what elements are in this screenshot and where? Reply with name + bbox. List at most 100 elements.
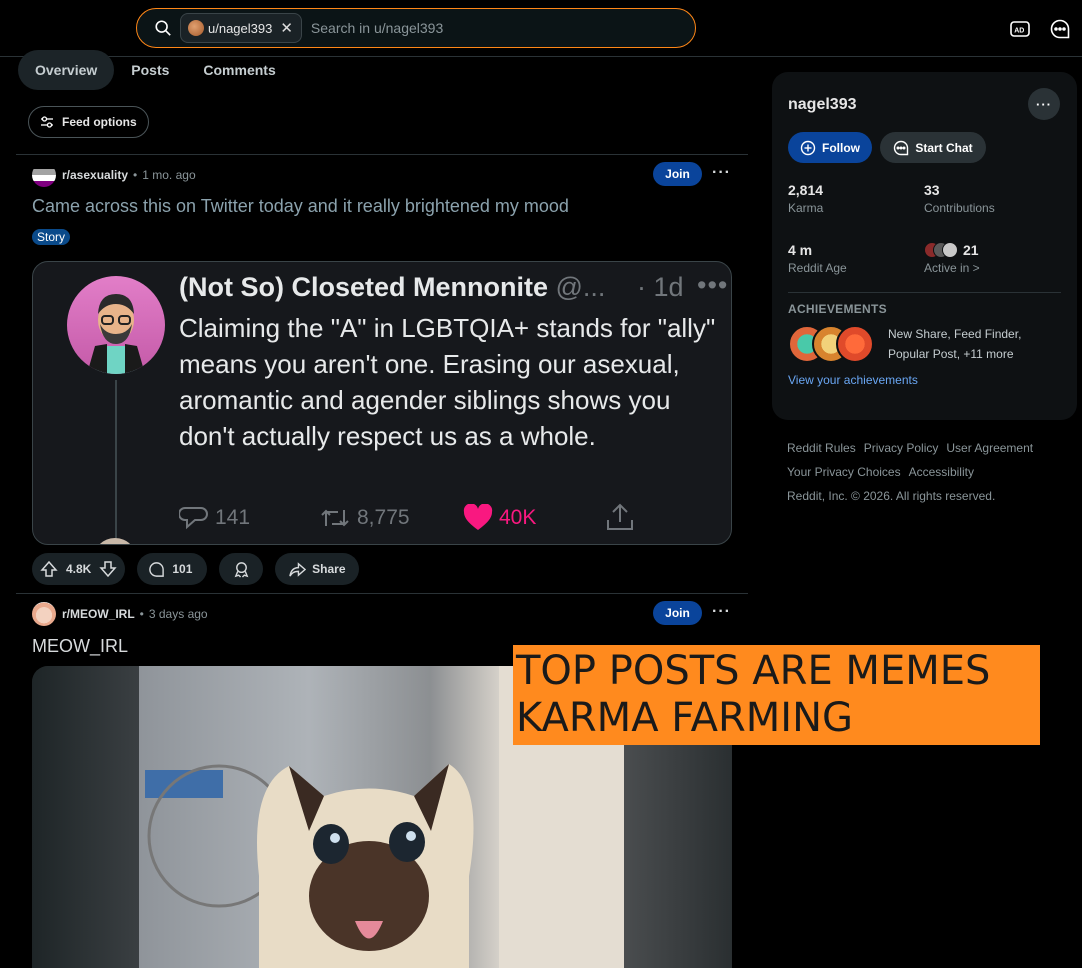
follow-button[interactable]: Follow	[788, 132, 872, 163]
more-options-icon[interactable]: ···	[1028, 88, 1060, 120]
tweet-author-name: (Not So) Closeted Mennonite	[179, 272, 548, 302]
award-button[interactable]	[219, 553, 264, 585]
share-label: Share	[312, 562, 346, 576]
search-scope-label: u/nagel393	[208, 20, 273, 36]
close-icon[interactable]: ✕	[280, 19, 293, 37]
divider	[16, 593, 748, 594]
chat-icon[interactable]	[1049, 18, 1071, 40]
achievements-heading: ACHIEVEMENTS	[788, 302, 887, 316]
sliders-icon	[41, 116, 53, 128]
achievements-summary: New Share, Feed Finder, Popular Post, +1…	[888, 327, 1022, 361]
achievement-badge-icon	[836, 325, 874, 363]
view-achievements-link[interactable]: View your achievements	[788, 373, 918, 387]
top-bar: u/nagel393 ✕ Search in u/nagel393 AD	[0, 0, 1082, 57]
tweet-likes: 40K	[463, 504, 536, 532]
karma-stat: 2,814 Karma	[788, 182, 823, 215]
vote-bar: 4.8K	[32, 553, 126, 585]
footer-link-reddit-rules[interactable]: Reddit Rules	[787, 441, 856, 455]
feed-options-button[interactable]: Feed options	[28, 106, 149, 138]
community-icons	[924, 242, 958, 258]
share-button[interactable]: Share	[275, 553, 360, 585]
contributions-label: Contributions	[924, 201, 995, 215]
retweet-count: 8,775	[357, 506, 410, 529]
post-flair[interactable]: Story	[32, 229, 71, 245]
join-button[interactable]: Join	[653, 601, 702, 625]
subreddit-link[interactable]: r/MEOW_IRL	[62, 607, 135, 621]
comment-count: 101	[172, 562, 193, 576]
subreddit-icon	[32, 602, 56, 626]
follow-label: Follow	[822, 140, 860, 155]
retweet-icon	[321, 509, 349, 527]
separator-dot: •	[133, 168, 138, 182]
tab-comments[interactable]: Comments	[186, 50, 292, 90]
tweet-text: Claiming the "A" in LGBTQIA+ stands for …	[179, 313, 716, 451]
separator-dot: •	[139, 607, 144, 621]
like-count: 40K	[499, 506, 537, 529]
start-chat-label: Start Chat	[915, 140, 973, 155]
vote-score: 4.8K	[66, 562, 92, 576]
footer-copyright: Reddit, Inc. © 2026. All rights reserved…	[787, 489, 996, 503]
tweet-image[interactable]: (Not So) Closeted Mennonite @... · 1d ••…	[32, 261, 732, 545]
tab-overview[interactable]: Overview	[18, 50, 115, 90]
footer-link-privacy-policy[interactable]: Privacy Policy	[864, 441, 939, 455]
divider	[16, 154, 748, 155]
footer-link-accessibility[interactable]: Accessibility	[909, 465, 974, 479]
tweet-more-icon: •••	[697, 270, 729, 300]
search-bar[interactable]: u/nagel393 ✕ Search in u/nagel393	[136, 8, 696, 48]
advertise-icon[interactable]: AD	[1009, 18, 1031, 40]
post-header: r/MEOW_IRL • 3 days ago	[32, 602, 208, 626]
reply-count: 141	[215, 506, 251, 529]
active-in-value-row: 21	[924, 242, 980, 258]
tweet-replies: 141	[179, 504, 250, 532]
downvote-icon[interactable]	[99, 560, 118, 578]
karma-label: Karma	[788, 201, 824, 215]
karma-value: 2,814	[788, 182, 824, 198]
footer-link-user-agreement[interactable]: User Agreement	[946, 441, 1033, 455]
tweet-retweets: 8,775	[319, 504, 410, 532]
search-input[interactable]: Search in u/nagel393	[311, 20, 443, 36]
active-in-stat[interactable]: 21 Active in >	[924, 242, 980, 275]
overlay-caption: TOP POSTS ARE MEMES KARMA FARMING	[513, 645, 1040, 745]
active-in-value: 21	[963, 242, 979, 258]
reply-icon	[179, 507, 208, 530]
heart-icon	[463, 504, 493, 530]
more-options-icon[interactable]: ···	[712, 603, 731, 621]
achievement-badges	[788, 325, 878, 363]
reddit-age-stat: 4 m Reddit Age	[788, 242, 847, 275]
share-icon	[607, 503, 633, 530]
post-title[interactable]: MEOW_IRL	[32, 636, 128, 657]
share-arrow-icon	[289, 561, 307, 577]
post-actions: 4.8K 101 Share	[32, 553, 360, 585]
image-blur-left	[32, 666, 139, 968]
reply-avatar	[93, 538, 137, 544]
contributions-stat: 33 Contributions	[924, 182, 995, 215]
upvote-icon[interactable]	[40, 560, 58, 578]
post-header: r/asexuality • 1 mo. ago	[32, 163, 196, 187]
tweet-handle: @...	[555, 272, 606, 302]
user-avatar-icon	[188, 20, 204, 36]
search-icon	[155, 20, 171, 36]
active-in-label: Active in >	[924, 261, 980, 275]
post-title[interactable]: Came across this on Twitter today and it…	[32, 196, 569, 217]
profile-username: nagel393	[788, 96, 857, 113]
tweet-author: (Not So) Closeted Mennonite @...	[179, 272, 605, 303]
chat-icon	[894, 140, 909, 155]
join-button[interactable]: Join	[653, 162, 702, 186]
start-chat-button[interactable]: Start Chat	[880, 132, 986, 163]
subreddit-link[interactable]: r/asexuality	[62, 168, 128, 182]
person-illustration	[87, 294, 145, 374]
contributions-value: 33	[924, 182, 940, 198]
award-icon	[234, 561, 249, 578]
svg-text:AD: AD	[1014, 28, 1024, 35]
more-options-icon[interactable]: ···	[712, 164, 731, 182]
comments-button[interactable]: 101	[137, 553, 208, 585]
tweet-avatar	[67, 276, 165, 374]
footer-link-privacy-choices[interactable]: Your Privacy Choices	[787, 465, 901, 479]
caption-line-1: TOP POSTS ARE MEMES	[516, 648, 991, 694]
thread-line	[115, 380, 117, 540]
tweet-time: · 1d	[637, 272, 684, 302]
feed-options-label: Feed options	[62, 115, 137, 129]
tab-posts[interactable]: Posts	[114, 50, 186, 90]
search-scope-chip[interactable]: u/nagel393 ✕	[180, 13, 302, 43]
reddit-age-value: 4 m	[788, 242, 813, 258]
